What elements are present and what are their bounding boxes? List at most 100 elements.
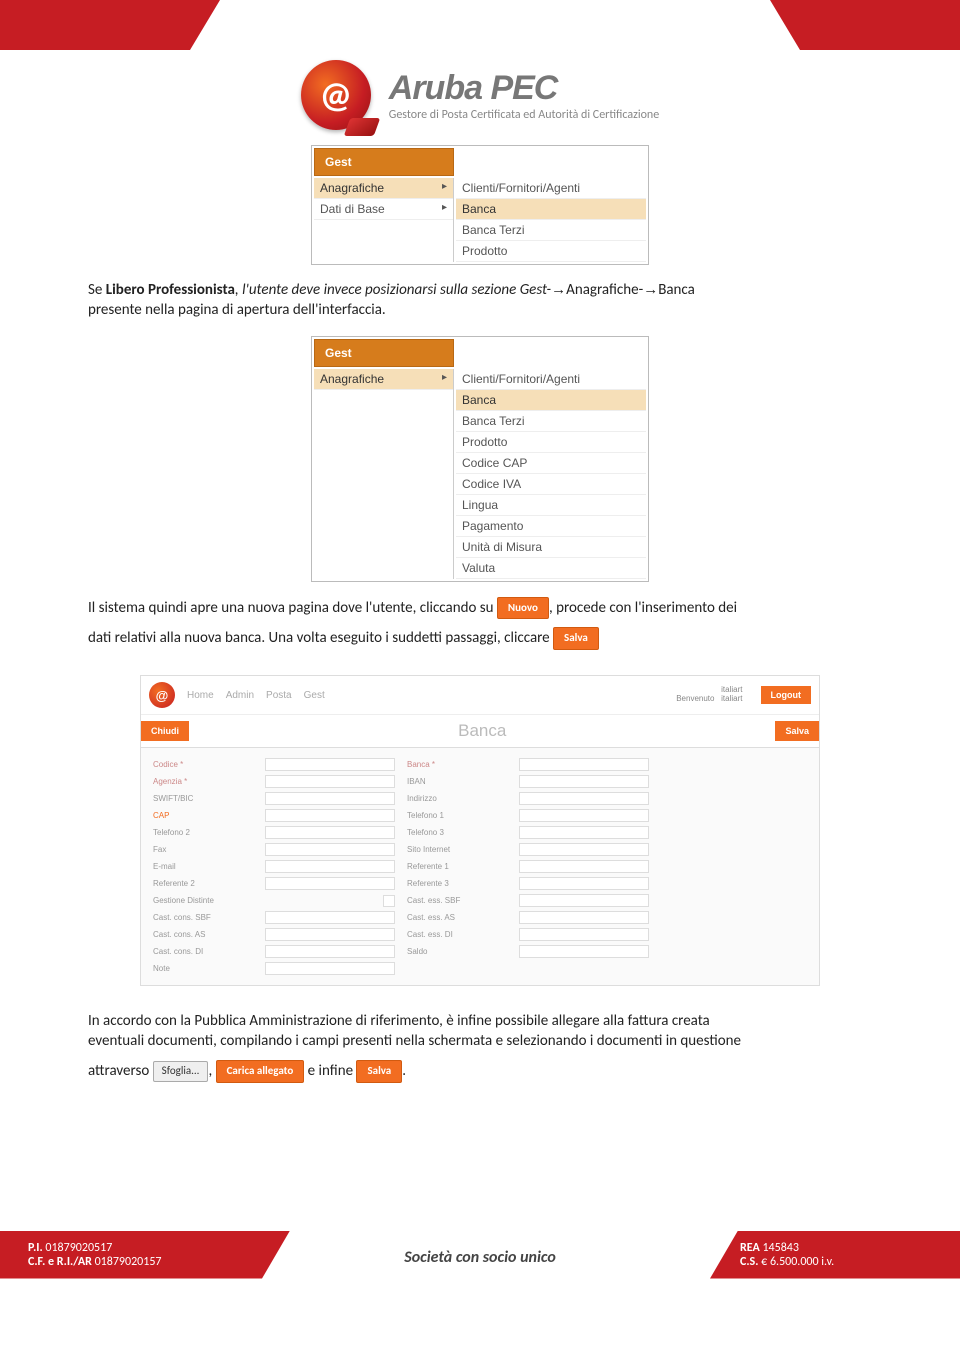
text-input[interactable] xyxy=(519,809,649,822)
nav-posta[interactable]: Posta xyxy=(266,690,292,701)
submenu-item[interactable]: Valuta xyxy=(456,558,646,579)
text-input[interactable] xyxy=(519,792,649,805)
field-label: Codice * xyxy=(153,760,253,769)
menu-screenshot-1: Gest Anagrafiche▸Dati di Base▸ Clienti/F… xyxy=(0,145,960,265)
field-label: Referente 2 xyxy=(153,879,253,888)
chevron-right-icon: ▸ xyxy=(442,202,447,213)
submenu-item[interactable]: Codice CAP xyxy=(456,453,646,474)
banca-form-screenshot: @ Home Admin Posta Gest italiart Benvenu… xyxy=(140,675,820,986)
text-input[interactable] xyxy=(519,911,649,924)
submenu-item[interactable]: Prodotto xyxy=(456,432,646,453)
nav-home[interactable]: Home xyxy=(187,690,214,701)
logout-button[interactable]: Logout xyxy=(761,686,812,704)
menu-screenshot-2: Gest Anagrafiche▸ Clienti/Fornitori/Agen… xyxy=(0,336,960,582)
field-label: Indirizzo xyxy=(407,794,507,803)
footer-center: Società con socio unico xyxy=(404,1248,556,1267)
text-input[interactable] xyxy=(265,758,395,771)
paragraph-2: Il sistema quindi apre una nuova pagina … xyxy=(88,597,872,620)
text-input[interactable] xyxy=(265,962,395,975)
text-input[interactable] xyxy=(519,758,649,771)
field-label: Saldo xyxy=(407,947,507,956)
submenu-item[interactable]: Banca xyxy=(456,199,646,220)
text-input[interactable] xyxy=(519,928,649,941)
footer-right: REA 145843 C.S. € 6.500.000 i.v. xyxy=(710,1231,960,1279)
submenu-item[interactable]: Pagamento xyxy=(456,516,646,537)
submenu-item[interactable]: Clienti/Fornitori/Agenti xyxy=(456,178,646,199)
field-label: Note xyxy=(153,964,253,973)
field-label: Banca * xyxy=(407,760,507,769)
text-input[interactable] xyxy=(519,826,649,839)
arrow-icon: → xyxy=(643,281,658,298)
text-input[interactable] xyxy=(265,877,395,890)
sfoglia-button-chip: Sfoglia... xyxy=(153,1061,209,1082)
field-label: Telefono 3 xyxy=(407,828,507,837)
text-input[interactable] xyxy=(265,809,395,822)
text-input[interactable] xyxy=(519,877,649,890)
submenu-item[interactable]: Banca Terzi xyxy=(456,411,646,432)
field-label: Gestione Distinte xyxy=(153,896,253,905)
field-label: Sito Internet xyxy=(407,845,507,854)
submenu-item[interactable]: Codice IVA xyxy=(456,474,646,495)
field-label: Cast. cons. SBF xyxy=(153,913,253,922)
menu2-header: Gest xyxy=(314,339,454,367)
text-input[interactable] xyxy=(519,945,649,958)
submenu-item[interactable]: Unità di Misura xyxy=(456,537,646,558)
save-button[interactable]: Salva xyxy=(775,721,819,741)
menu-item[interactable]: Dati di Base▸ xyxy=(314,199,453,220)
footer-left: P.I. 01879020517 C.F. e R.I./AR 01879020… xyxy=(0,1231,290,1279)
paragraph-3b: attraverso Sfoglia..., Carica allegato e… xyxy=(88,1060,872,1083)
logo-text: Aruba PEC Gestore di Posta Certificata e… xyxy=(389,69,659,122)
field-label: Cast. cons. DI xyxy=(153,947,253,956)
submenu-item[interactable]: Prodotto xyxy=(456,241,646,262)
logo-subtitle: Gestore di Posta Certificata ed Autorità… xyxy=(389,108,659,122)
logo-title: Aruba PEC xyxy=(389,69,659,108)
nuovo-button-chip: Nuovo xyxy=(497,597,549,620)
text-input[interactable] xyxy=(265,911,395,924)
chevron-right-icon: ▸ xyxy=(442,181,447,192)
submenu-item[interactable]: Banca Terzi xyxy=(456,220,646,241)
logo-seal-icon: @ xyxy=(301,60,371,130)
nav-gest[interactable]: Gest xyxy=(304,690,325,701)
field-label: Cast. ess. DI xyxy=(407,930,507,939)
field-label: Referente 1 xyxy=(407,862,507,871)
salva-button-chip-2: Salva xyxy=(356,1060,402,1083)
text-input[interactable] xyxy=(519,775,649,788)
form-title: Banca xyxy=(189,715,775,747)
text-input[interactable] xyxy=(519,860,649,873)
field-label: Telefono 2 xyxy=(153,828,253,837)
user-info: italiart Benvenuto italiart xyxy=(676,686,742,704)
top-decor xyxy=(0,0,960,50)
menu-item[interactable]: Anagrafiche▸ xyxy=(314,369,453,390)
chevron-right-icon: ▸ xyxy=(442,372,447,383)
checkbox-input[interactable] xyxy=(383,895,395,907)
field-label: Fax xyxy=(153,845,253,854)
field-label: CAP xyxy=(153,811,253,820)
text-input[interactable] xyxy=(265,843,395,856)
field-label: Cast. cons. AS xyxy=(153,930,253,939)
field-label: Agenzia * xyxy=(153,777,253,786)
field-label: Cast. ess. SBF xyxy=(407,896,507,905)
text-input[interactable] xyxy=(519,894,649,907)
close-button[interactable]: Chiudi xyxy=(141,721,189,741)
field-label: Referente 3 xyxy=(407,879,507,888)
menu-item[interactable]: Anagrafiche▸ xyxy=(314,178,453,199)
submenu-item[interactable]: Lingua xyxy=(456,495,646,516)
text-input[interactable] xyxy=(519,843,649,856)
text-input[interactable] xyxy=(265,826,395,839)
text-input[interactable] xyxy=(265,775,395,788)
submenu-item[interactable]: Banca xyxy=(456,390,646,411)
form-topbar: @ Home Admin Posta Gest italiart Benvenu… xyxy=(141,676,819,715)
text-input[interactable] xyxy=(265,945,395,958)
text-input[interactable] xyxy=(265,860,395,873)
field-label: IBAN xyxy=(407,777,507,786)
paragraph-1: Se Libero Professionista, l'utente deve … xyxy=(88,280,872,321)
nav-admin[interactable]: Admin xyxy=(226,690,254,701)
top-red-left xyxy=(0,0,220,50)
text-input[interactable] xyxy=(265,928,395,941)
field-label: E-mail xyxy=(153,862,253,871)
submenu-item[interactable]: Clienti/Fornitori/Agenti xyxy=(456,369,646,390)
mini-seal-icon: @ xyxy=(149,682,175,708)
paragraph-3: In accordo con la Pubblica Amministrazio… xyxy=(88,1011,872,1052)
field-label: SWIFT/BIC xyxy=(153,794,253,803)
text-input[interactable] xyxy=(265,792,395,805)
